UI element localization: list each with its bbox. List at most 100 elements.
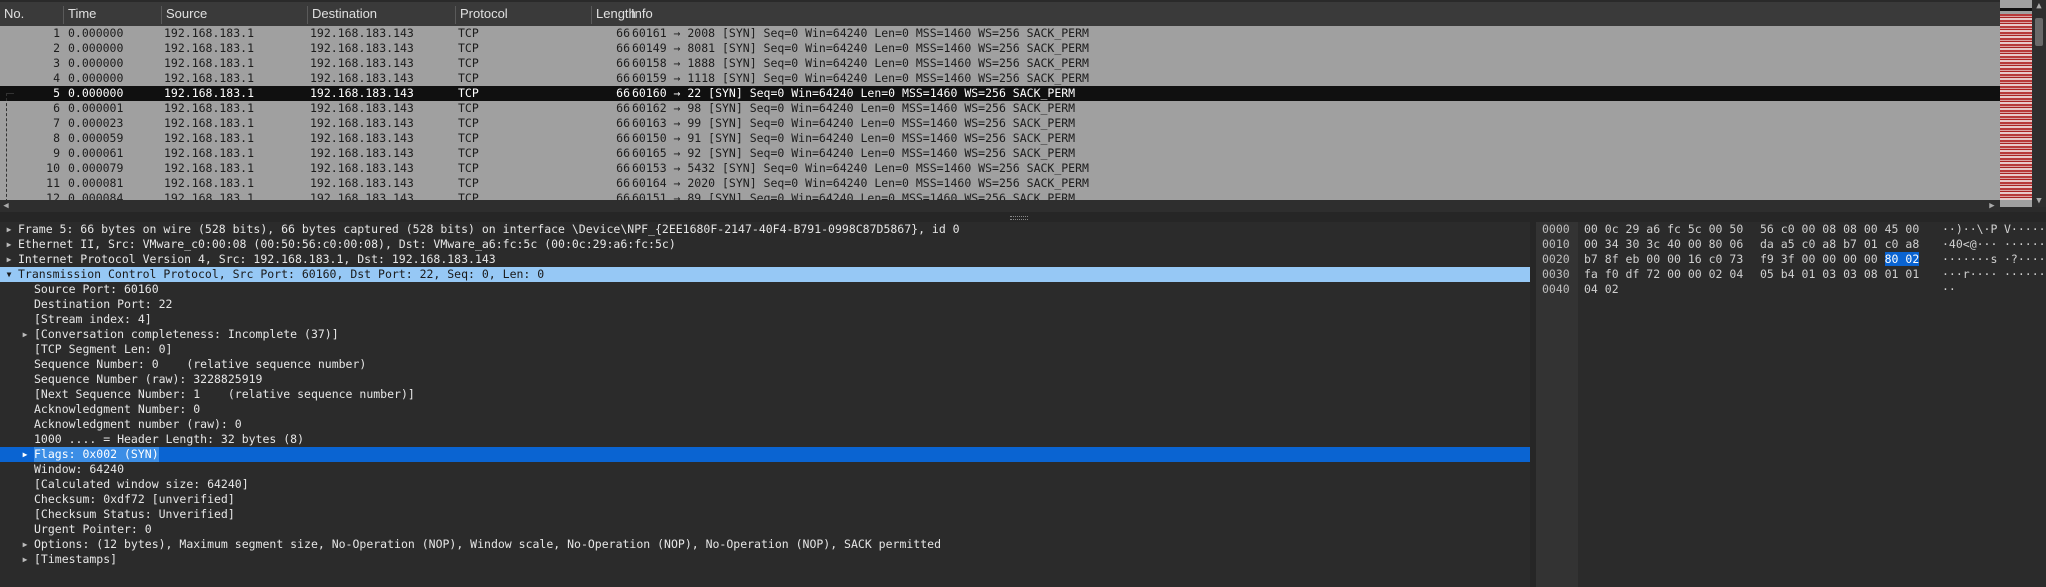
packet-length: 66 [616, 176, 630, 190]
detail-tree-item[interactable]: ▶ Ethernet II, Src: VMware_c0:00:08 (00:5… [0, 237, 1530, 252]
byte-offset: 0000 [1542, 222, 1570, 236]
detail-tree-item[interactable]: ▶ [Conversation completeness: Incomplete … [0, 327, 1530, 342]
scroll-down-arrow-icon[interactable]: ▼ [2032, 195, 2046, 207]
column-header-no[interactable]: No. [0, 6, 64, 24]
packet-info: 60149 → 8081 [SYN] Seq=0 Win=64240 Len=0… [632, 41, 1089, 55]
detail-tree-item[interactable]: Destination Port: 22 [0, 297, 1530, 312]
scrollbar-thumb[interactable] [2035, 18, 2043, 46]
column-header-protocol[interactable]: Protocol [456, 6, 592, 24]
column-header-destination[interactable]: Destination [308, 6, 456, 24]
packet-source: 192.168.183.1 [164, 146, 255, 160]
detail-tree-item[interactable]: Window: 64240 [0, 462, 1530, 477]
ascii-group-2: ········ [2004, 237, 2046, 251]
bytes-row[interactable]: 0000 00 0c 29 a6 fc 5c 00 50 56 c0 00 08 0… [1536, 222, 2046, 237]
packet-row[interactable]: 8 0.000059 192.168.183.1 192.168.183.143 TCP… [0, 131, 2000, 146]
column-header-info[interactable]: Info [627, 6, 1997, 24]
collapsed-arrow-icon[interactable]: ▶ [20, 327, 30, 342]
packet-length: 66 [616, 86, 630, 100]
detail-tree-item[interactable]: Source Port: 60160 [0, 282, 1530, 297]
bytes-row[interactable]: 0040 04 02 ·· [1536, 282, 2046, 297]
highlighted-flag-bytes: 80 02 [1884, 252, 1920, 266]
detail-tree-item[interactable]: ▶ Internet Protocol Version 4, Src: 192.1… [0, 252, 1530, 267]
bytes-row[interactable]: 0020 b7 8f eb 00 00 16 c0 73 f9 3f 00 00 0… [1536, 252, 2046, 267]
packet-row-selected[interactable]: 5 0.000000 192.168.183.1 192.168.183.143 TCP… [0, 86, 2000, 101]
packet-minimap[interactable] [2000, 0, 2032, 207]
packet-row[interactable]: 7 0.000023 192.168.183.1 192.168.183.143 TCP… [0, 116, 2000, 131]
pane-splitter[interactable] [0, 212, 2046, 222]
ascii-group-2: ········ [2004, 267, 2046, 281]
detail-tree-item[interactable]: Urgent Pointer: 0 [0, 522, 1530, 537]
packet-row[interactable]: 11 0.000081 192.168.183.1 192.168.183.143 TC… [0, 176, 2000, 191]
detail-tree-item-label: Options: (12 bytes), Maximum segment siz… [34, 537, 941, 551]
detail-tree-item[interactable]: ▶ Frame 5: 66 bytes on wire (528 bits), 6… [0, 222, 1530, 237]
ascii-group-1: ·· [1942, 282, 1956, 296]
scroll-up-arrow-icon[interactable]: ▲ [2032, 0, 2046, 12]
collapsed-arrow-icon[interactable]: ▶ [20, 447, 30, 462]
packet-destination: 192.168.183.143 [310, 71, 414, 85]
column-header-source[interactable]: Source [162, 6, 308, 24]
detail-tree-item-label: Acknowledgment Number: 0 [34, 402, 201, 416]
packet-bytes-pane[interactable]: 0000 00 0c 29 a6 fc 5c 00 50 56 c0 00 08 0… [1536, 222, 2046, 587]
packet-info: 60163 → 99 [SYN] Seq=0 Win=64240 Len=0 M… [632, 116, 1076, 130]
detail-tree-item[interactable]: [Checksum Status: Unverified] [0, 507, 1530, 522]
collapsed-arrow-icon[interactable]: ▶ [20, 552, 30, 567]
splitter-grip-icon[interactable] [1010, 216, 1028, 220]
detail-tree-item-label: [Conversation completeness: Incomplete (… [34, 327, 339, 341]
detail-tree-item[interactable]: ▼ Transmission Control Protocol, Src Port… [0, 267, 1530, 282]
detail-tree-item[interactable]: ▶ Options: (12 bytes), Maximum segment si… [0, 537, 1530, 552]
packet-row[interactable]: 3 0.000000 192.168.183.1 192.168.183.143 TCP… [0, 56, 2000, 71]
packet-row[interactable]: 4 0.000000 192.168.183.1 192.168.183.143 TCP… [0, 71, 2000, 86]
packet-list-vertical-scrollbar[interactable]: ▲ ▼ [2032, 0, 2046, 207]
packet-list-header: No. Time Source Destination Protocol Len… [0, 0, 2000, 28]
hex-bytes-group-2: da a5 c0 a8 b7 01 c0 a8 [1760, 237, 1920, 251]
detail-tree-item[interactable]: Acknowledgment number (raw): 0 [0, 417, 1530, 432]
packet-length: 66 [616, 161, 630, 175]
column-header-length[interactable]: Length [592, 6, 636, 24]
packet-source: 192.168.183.1 [164, 56, 255, 70]
packet-details-pane[interactable]: ▶ Frame 5: 66 bytes on wire (528 bits), 6… [0, 222, 1530, 587]
detail-tree-item[interactable]: Sequence Number (raw): 3228825919 [0, 372, 1530, 387]
expanded-arrow-icon[interactable]: ▼ [4, 267, 14, 282]
detail-tree-item[interactable]: Sequence Number: 0 (relative sequence nu… [0, 357, 1530, 372]
hex-bytes-group-1: 04 02 [1584, 282, 1619, 296]
packet-row[interactable]: 10 0.000079 192.168.183.1 192.168.183.143 TC… [0, 161, 2000, 176]
detail-tree-item[interactable]: ▶ Flags: 0x002 (SYN) [0, 447, 1530, 462]
packet-list-pane[interactable]: No. Time Source Destination Protocol Len… [0, 0, 2046, 207]
minimap-color-stripes [2000, 14, 2032, 200]
ascii-group-1: ·40<@··· [1942, 237, 1998, 251]
packet-time: 0.000061 [68, 146, 124, 160]
packet-source: 192.168.183.1 [164, 26, 255, 40]
column-header-time[interactable]: Time [64, 6, 162, 24]
bytes-row[interactable]: 0010 00 34 30 3c 40 00 80 06 da a5 c0 a8 b… [1536, 237, 2046, 252]
detail-tree-item[interactable]: [TCP Segment Len: 0] [0, 342, 1530, 357]
packet-time: 0.000001 [68, 101, 124, 115]
packet-destination: 192.168.183.143 [310, 26, 414, 40]
collapsed-arrow-icon[interactable]: ▶ [4, 237, 14, 252]
packet-row[interactable]: 1 0.000000 192.168.183.1 192.168.183.143 TCP… [0, 26, 2000, 41]
packet-row[interactable]: 2 0.000000 192.168.183.1 192.168.183.143 TCP… [0, 41, 2000, 56]
scroll-left-arrow-icon[interactable]: ◀ [0, 200, 12, 212]
collapsed-arrow-icon[interactable]: ▶ [4, 222, 14, 237]
packet-list-horizontal-scrollbar[interactable]: ◀ ▶ [0, 200, 2000, 212]
ascii-group-1: ··)··\·P [1942, 222, 1998, 236]
detail-tree-item[interactable]: 1000 .... = Header Length: 32 bytes (8) [0, 432, 1530, 447]
detail-tree-item-label: Destination Port: 22 [34, 297, 173, 311]
detail-tree-item[interactable]: [Calculated window size: 64240] [0, 477, 1530, 492]
detail-tree-item-label: Internet Protocol Version 4, Src: 192.16… [18, 252, 496, 266]
detail-tree-item[interactable]: Acknowledgment Number: 0 [0, 402, 1530, 417]
detail-tree-item[interactable]: ▶ [Timestamps] [0, 552, 1530, 567]
collapsed-arrow-icon[interactable]: ▶ [4, 252, 14, 267]
collapsed-arrow-icon[interactable]: ▶ [20, 537, 30, 552]
scroll-right-arrow-icon[interactable]: ▶ [1986, 200, 1998, 212]
detail-tree-item[interactable]: Checksum: 0xdf72 [unverified] [0, 492, 1530, 507]
detail-tree-item-label: [TCP Segment Len: 0] [34, 342, 173, 356]
detail-tree-item[interactable]: [Next Sequence Number: 1 (relative seque… [0, 387, 1530, 402]
packet-length: 66 [616, 41, 630, 55]
bytes-row[interactable]: 0030 fa f0 df 72 00 00 02 04 05 b4 01 03 0… [1536, 267, 2046, 282]
packet-row[interactable]: 6 0.000001 192.168.183.1 192.168.183.143 TCP… [0, 101, 2000, 116]
packet-protocol: TCP [458, 116, 479, 130]
packet-info: 60159 → 1118 [SYN] Seq=0 Win=64240 Len=0… [632, 71, 1089, 85]
packet-row[interactable]: 9 0.000061 192.168.183.1 192.168.183.143 TCP… [0, 146, 2000, 161]
detail-tree-item[interactable]: [Stream index: 4] [0, 312, 1530, 327]
packet-info: 60158 → 1888 [SYN] Seq=0 Win=64240 Len=0… [632, 56, 1089, 70]
